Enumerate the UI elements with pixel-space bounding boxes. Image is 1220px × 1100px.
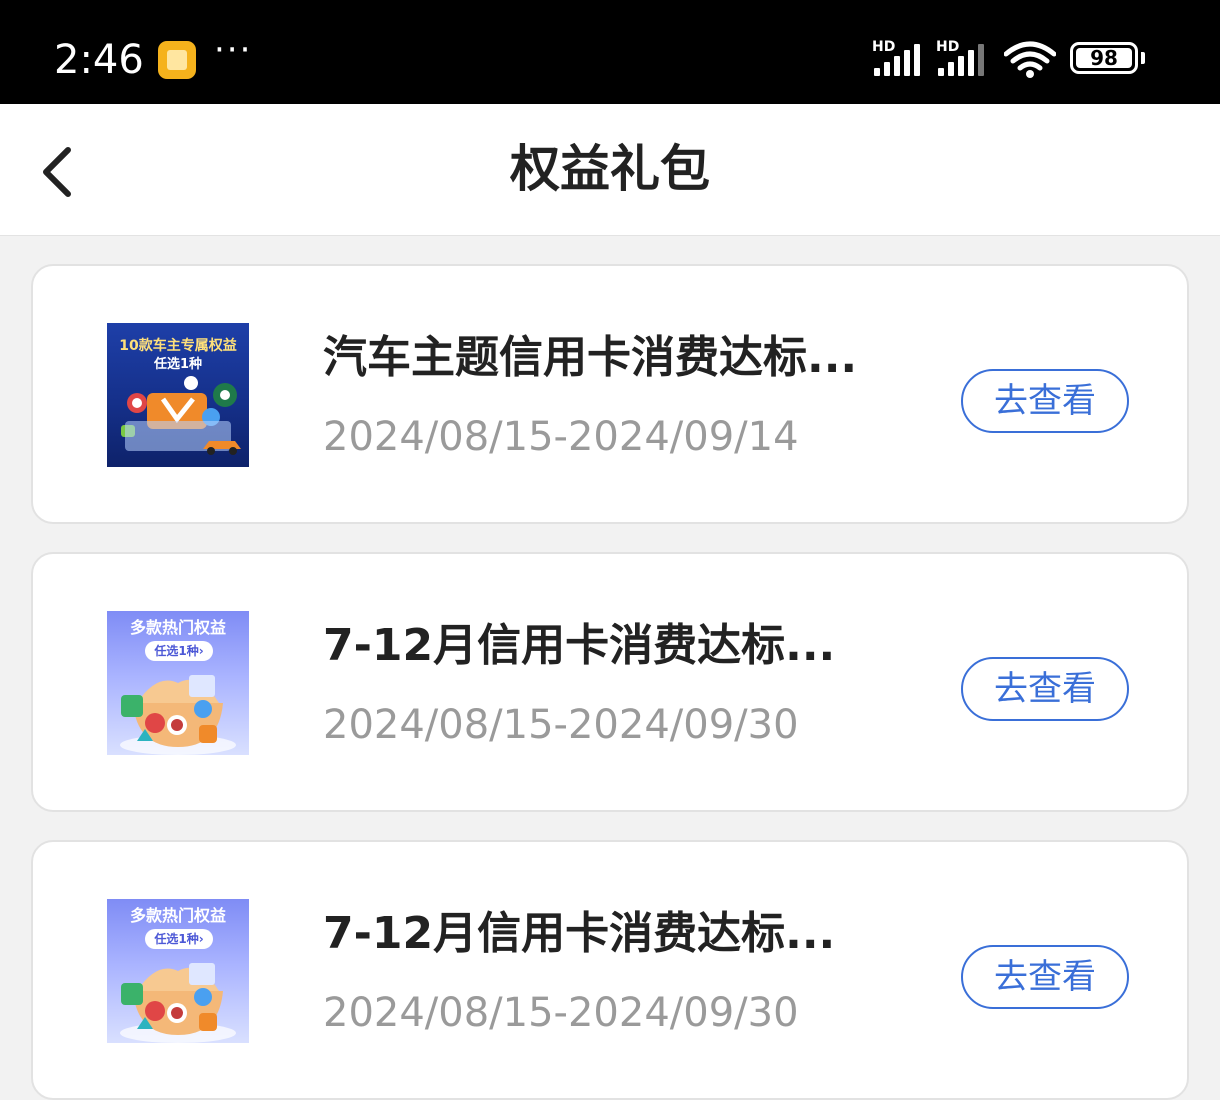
- wifi-icon: [1004, 41, 1056, 78]
- benefit-title: 7-12月信用卡消费达标...: [323, 620, 836, 671]
- thumbnail-headline: 多款热门权益: [129, 906, 226, 925]
- cellular-signal-2-icon: HD: [936, 39, 992, 78]
- benefit-thumbnail: 多款热门权益 任选1种›: [107, 899, 249, 1043]
- benefit-card[interactable]: 10款车主专属权益 任选1种 汽车主题信用卡消费达标... 2024/08/15…: [31, 264, 1189, 524]
- page-title: 权益礼包: [510, 140, 710, 198]
- view-button[interactable]: 去查看: [961, 657, 1129, 721]
- hot-benefits-illustration: [120, 963, 236, 1043]
- benefit-thumbnail: 多款热门权益 任选1种›: [107, 611, 249, 755]
- benefit-thumbnail: 10款车主专属权益 任选1种: [107, 323, 249, 467]
- chevron-left-icon[interactable]: [36, 144, 80, 200]
- benefit-date-range: 2024/08/15-2024/09/30: [323, 702, 799, 748]
- thumbnail-headline: 多款热门权益: [129, 618, 226, 637]
- status-time: 2:46: [54, 37, 144, 83]
- thumbnail-subtitle: 任选1种›: [145, 641, 213, 661]
- battery-tip: [1141, 52, 1145, 64]
- thumbnail-headline: 10款车主专属权益: [119, 338, 237, 354]
- benefit-card[interactable]: 多款热门权益 任选1种› 7-12月信用卡消费达标... 2024/08/15-…: [31, 552, 1189, 812]
- view-button[interactable]: 去查看: [961, 369, 1129, 433]
- benefit-card[interactable]: 多款热门权益 任选1种› 7-12月信用卡消费达标... 2024/08/15-…: [31, 840, 1189, 1100]
- battery-level: 98: [1076, 48, 1132, 68]
- view-button[interactable]: 去查看: [961, 945, 1129, 1009]
- hot-benefits-illustration: [120, 675, 236, 755]
- benefit-title: 7-12月信用卡消费达标...: [323, 908, 836, 959]
- cellular-signal-icon: HD: [872, 39, 928, 78]
- car-benefit-illustration: [121, 376, 241, 455]
- notification-app-icon: [158, 41, 196, 79]
- benefit-date-range: 2024/08/15-2024/09/30: [323, 990, 799, 1036]
- benefit-title: 汽车主题信用卡消费达标...: [323, 332, 858, 383]
- hd-label: HD: [872, 39, 896, 55]
- hd-label: HD: [936, 39, 960, 55]
- nav-header: 权益礼包: [0, 104, 1220, 236]
- status-bar: 2:46 ··· HD HD 98: [0, 0, 1220, 104]
- battery-icon: 98: [1070, 42, 1138, 74]
- more-notifications-icon: ···: [214, 30, 253, 70]
- benefit-date-range: 2024/08/15-2024/09/14: [323, 414, 799, 460]
- thumbnail-subtitle: 任选1种›: [145, 929, 213, 949]
- thumbnail-subtitle: 任选1种: [153, 357, 203, 372]
